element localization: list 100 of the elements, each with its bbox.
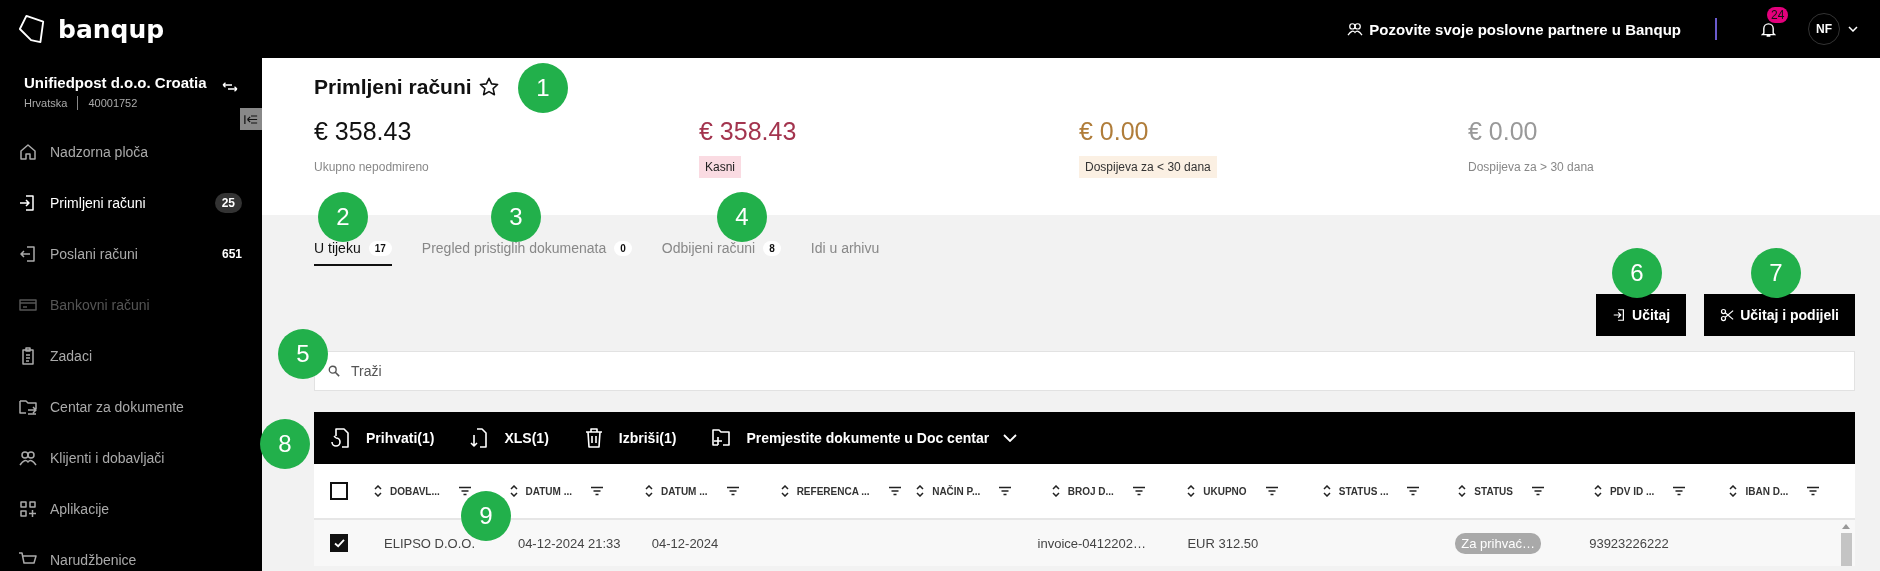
- sidebar-item[interactable]: Poslani računi 651: [0, 228, 262, 279]
- sidebar-item[interactable]: Zadaci: [0, 330, 262, 381]
- checkmark-icon: [333, 538, 345, 548]
- sidebar-item[interactable]: Centar za dokumente: [0, 381, 262, 432]
- sort-icon[interactable]: [509, 485, 518, 497]
- callout-marker: 3: [491, 192, 541, 242]
- sidebar-item[interactable]: Narudžbenice: [0, 534, 262, 571]
- column-header[interactable]: IBAN D...: [1745, 485, 1789, 497]
- callout-marker: 7: [1751, 248, 1801, 298]
- sidebar-item[interactable]: Klijenti i dobavljači: [0, 432, 262, 483]
- filter-icon[interactable]: [457, 486, 472, 496]
- column-header[interactable]: DATUM ...: [525, 485, 572, 497]
- column-header[interactable]: BROJ D...: [1067, 485, 1114, 497]
- table-cell: 04-12-2024 21:33: [517, 535, 621, 551]
- sort-icon[interactable]: [1322, 485, 1331, 497]
- amount: € 0.00: [1468, 117, 1538, 146]
- sign-in-icon: [1612, 308, 1627, 322]
- brand-name: banqup: [58, 14, 165, 44]
- amount: € 358.43: [314, 117, 412, 146]
- bulk-action-button[interactable]: Izbriši(1): [582, 427, 677, 449]
- table-cell: 93923226222: [1589, 535, 1669, 551]
- company-country: Hrvatska: [24, 97, 68, 109]
- table-cell: invoice-0412202…: [1037, 535, 1146, 551]
- invite-partners-link[interactable]: Pozovite svoje poslovne partnere u Banqup: [1347, 20, 1681, 38]
- bulk-action-button[interactable]: XLS(1): [468, 427, 549, 449]
- document-icon: [330, 427, 352, 449]
- sort-icon[interactable]: [916, 485, 925, 497]
- column-header[interactable]: UKUPNO: [1203, 485, 1247, 497]
- sidebar-item[interactable]: Aplikacije: [0, 483, 262, 534]
- row-checkbox[interactable]: [330, 534, 348, 552]
- notification-count: 24: [1767, 6, 1789, 23]
- folder-plus-icon: [710, 427, 733, 449]
- filter-icon[interactable]: [1672, 486, 1687, 496]
- search-field[interactable]: Traži: [314, 351, 1855, 391]
- callout-marker: 8: [260, 419, 310, 469]
- sort-icon[interactable]: [780, 485, 789, 497]
- apps-icon: [18, 498, 38, 519]
- status-pill: Za prihvać…: [1455, 532, 1541, 554]
- callout-marker: 4: [717, 192, 767, 242]
- sort-icon[interactable]: [1458, 485, 1467, 497]
- chevron-down-icon[interactable]: [1848, 26, 1858, 32]
- column-header[interactable]: STATUS ...: [1338, 485, 1389, 497]
- table-cell: EUR 312.50: [1187, 535, 1259, 551]
- chevron-down-icon[interactable]: [1003, 434, 1018, 442]
- column-header[interactable]: STATUS: [1474, 485, 1513, 497]
- collapse-icon: [244, 113, 258, 125]
- bulk-action-button[interactable]: Premjestite dokumente u Doc centar: [710, 427, 1018, 449]
- star-icon[interactable]: [477, 76, 500, 98]
- tab[interactable]: Pregled pristiglih dokumenata 0: [421, 240, 632, 266]
- filter-icon[interactable]: [1406, 486, 1421, 496]
- filter-icon[interactable]: [725, 486, 740, 496]
- company-id: 40001752: [88, 97, 138, 109]
- table-cell: 04-12-2024: [651, 535, 719, 551]
- column-header[interactable]: DATUM ...: [661, 485, 708, 497]
- column-header[interactable]: REFERENCA ...: [796, 485, 870, 497]
- tab[interactable]: Odbijeni računi 8: [661, 240, 781, 266]
- people-icon: [1347, 22, 1364, 36]
- status-tag: Kasni: [699, 156, 742, 178]
- column-header[interactable]: PDV ID ...: [1609, 485, 1655, 497]
- filter-icon[interactable]: [1530, 486, 1545, 496]
- upload-and-split-button[interactable]: Učitaj i podijeli: [1704, 294, 1855, 336]
- house-icon: [18, 141, 38, 162]
- company-name: Unifiedpost d.o.o. Croatia: [24, 73, 207, 91]
- select-all-checkbox[interactable]: [330, 482, 348, 500]
- stat-label: Dospijeva za > 30 dana: [1468, 159, 1594, 176]
- filter-icon[interactable]: [998, 486, 1013, 496]
- callout-marker: 6: [1612, 248, 1662, 298]
- logo-icon: [18, 14, 46, 44]
- status-tag: Dospijeva za < 30 dana: [1079, 156, 1217, 178]
- sort-icon[interactable]: [374, 485, 382, 497]
- sidebar-item[interactable]: Nadzorna ploča: [0, 126, 262, 177]
- filter-icon[interactable]: [1264, 486, 1279, 496]
- sort-icon[interactable]: [1187, 485, 1196, 497]
- amount: € 0.00: [1079, 117, 1149, 146]
- stat-label: Ukupno nepodmireno: [314, 159, 429, 176]
- bell-icon[interactable]: [1761, 20, 1776, 38]
- collapse-sidebar-button[interactable]: [240, 108, 262, 130]
- swap-arrows-icon[interactable]: [222, 82, 238, 92]
- filter-icon[interactable]: [1806, 486, 1821, 496]
- scrollbar[interactable]: [1839, 524, 1853, 566]
- page-title: Primljeni računi: [314, 75, 472, 99]
- filter-icon[interactable]: [590, 486, 604, 496]
- callout-marker: 2: [318, 192, 368, 242]
- sort-icon[interactable]: [1051, 485, 1060, 497]
- column-header[interactable]: DOBAVL...: [390, 485, 440, 497]
- sort-icon[interactable]: [645, 485, 654, 497]
- sign-out-icon: [18, 243, 38, 264]
- search-icon: [328, 365, 340, 377]
- scroll-up-icon[interactable]: [1842, 524, 1850, 529]
- sort-icon[interactable]: [1593, 485, 1602, 497]
- amount: € 358.43: [699, 117, 797, 146]
- callout-marker: 5: [278, 329, 328, 379]
- sort-icon[interactable]: [1729, 485, 1738, 497]
- sidebar-item[interactable]: Primljeni računi 25: [0, 177, 262, 228]
- bulk-action-button[interactable]: Prihvati(1): [330, 427, 435, 449]
- scissors-icon: [1720, 308, 1735, 322]
- upload-button[interactable]: Učitaj: [1596, 294, 1687, 336]
- filter-icon[interactable]: [1131, 486, 1146, 496]
- filter-icon[interactable]: [887, 486, 902, 496]
- column-header[interactable]: NAČIN P...: [932, 485, 981, 497]
